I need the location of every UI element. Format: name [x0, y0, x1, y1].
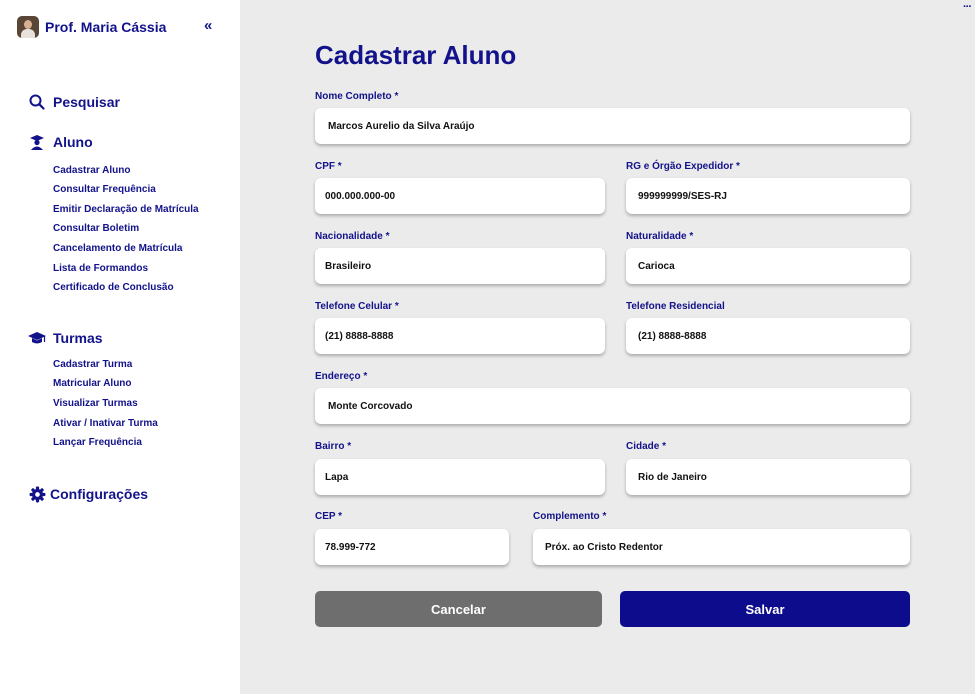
endereco-field[interactable]: Monte Corcovado: [315, 388, 910, 424]
cidade-label: Cidade *: [626, 441, 667, 452]
rg-label: RG e Órgão Expedidor *: [626, 161, 740, 172]
nav-search-label: Pesquisar: [53, 94, 120, 110]
nav-configuracoes-label: Configurações: [50, 486, 149, 502]
student-icon: [28, 133, 46, 151]
tel-residencial-field[interactable]: (21) 8888-8888: [626, 318, 910, 354]
sidebar-item-emitir-declaracao[interactable]: Emitir Declaração de Matrícula: [53, 204, 199, 215]
collapse-sidebar-icon[interactable]: «: [204, 17, 212, 34]
bairro-field[interactable]: Lapa: [315, 459, 605, 495]
naturalidade-label: Naturalidade *: [626, 231, 694, 242]
nav-aluno-label: Aluno: [53, 134, 93, 150]
nome-field[interactable]: Marcos Aurelio da Silva Araújo: [315, 108, 910, 144]
rg-field[interactable]: 999999999/SES-RJ: [626, 178, 910, 214]
cpf-field[interactable]: 000.000.000-00: [315, 178, 605, 214]
sidebar-item-cancelamento-matricula[interactable]: Cancelamento de Matrícula: [53, 243, 182, 254]
sidebar-item-consultar-frequencia[interactable]: Consultar Frequência: [53, 184, 156, 195]
sidebar-item-matricular-aluno[interactable]: Matricular Aluno: [53, 378, 132, 389]
profile-name: Prof. Maria Cássia: [45, 19, 167, 35]
naturalidade-field[interactable]: Carioca: [626, 248, 910, 284]
cep-field[interactable]: 78.999-772: [315, 529, 509, 565]
avatar: [17, 16, 39, 38]
complemento-field[interactable]: Próx. ao Cristo Redentor: [533, 529, 910, 565]
save-button[interactable]: Salvar: [620, 591, 910, 627]
nav-aluno[interactable]: Aluno: [28, 133, 93, 151]
graduation-cap-icon: [28, 329, 46, 347]
nacionalidade-label: Nacionalidade *: [315, 231, 390, 242]
page-title: Cadastrar Aluno: [315, 40, 517, 70]
tel-celular-field[interactable]: (21) 8888-8888: [315, 318, 605, 354]
sidebar-item-consultar-boletim[interactable]: Consultar Boletim: [53, 223, 139, 234]
nacionalidade-field[interactable]: Brasileiro: [315, 248, 605, 284]
profile[interactable]: Prof. Maria Cássia: [17, 16, 166, 38]
sidebar-item-lancar-frequencia[interactable]: Lançar Frequência: [53, 437, 142, 448]
nav-turmas-label: Turmas: [53, 330, 103, 346]
sidebar-item-visualizar-turmas[interactable]: Visualizar Turmas: [53, 398, 138, 409]
gear-icon: [28, 485, 46, 503]
cancel-button[interactable]: Cancelar: [315, 591, 602, 627]
nav-turmas[interactable]: Turmas: [28, 329, 103, 347]
endereco-label: Endereço *: [315, 371, 368, 382]
sidebar-item-cadastrar-turma[interactable]: Cadastrar Turma: [53, 359, 132, 370]
search-icon: [28, 93, 46, 111]
cidade-field[interactable]: Rio de Janeiro: [626, 459, 910, 495]
sidebar: Prof. Maria Cássia « Pesquisar Aluno Cad…: [0, 0, 240, 694]
tel-celular-label: Telefone Celular *: [315, 301, 399, 312]
cep-label: CEP *: [315, 511, 343, 522]
nav-search[interactable]: Pesquisar: [28, 93, 120, 111]
complemento-label: Complemento *: [533, 511, 607, 522]
sidebar-item-ativar-inativar-turma[interactable]: Ativar / Inativar Turma: [53, 418, 158, 429]
nav-configuracoes[interactable]: Configurações: [28, 485, 148, 503]
cpf-label: CPF *: [315, 161, 342, 172]
sidebar-item-lista-formandos[interactable]: Lista de Formandos: [53, 263, 148, 274]
sidebar-item-cadastrar-aluno[interactable]: Cadastrar Aluno: [53, 165, 130, 176]
tel-residencial-label: Telefone Residencial: [626, 301, 725, 312]
nome-label: Nome Completo *: [315, 91, 399, 102]
bairro-label: Bairro *: [315, 441, 352, 452]
sidebar-item-certificado-conclusao[interactable]: Certificado de Conclusão: [53, 282, 174, 293]
more-options-icon[interactable]: ···: [963, 1, 972, 13]
